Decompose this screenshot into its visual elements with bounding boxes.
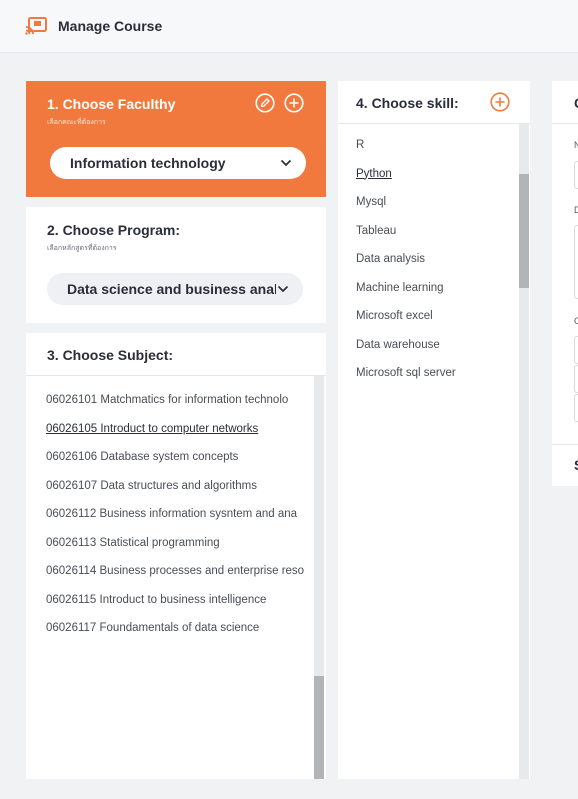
app-title: Manage Course (58, 18, 163, 34)
details-input[interactable] (574, 161, 578, 189)
chevron-down-icon (276, 282, 290, 296)
program-subtitle: เลือกหลักสูตรที่ต้องการ (47, 245, 117, 252)
details-divider (552, 123, 578, 124)
subject-item[interactable]: 06026112 Business information sysntem an… (46, 500, 312, 529)
skill-item[interactable]: R (356, 131, 516, 160)
details-label: N (574, 140, 578, 150)
add-faculty-icon[interactable] (284, 93, 304, 113)
program-title: 2. Choose Program: (47, 222, 181, 238)
skill-item[interactable]: Mysql (356, 188, 516, 217)
program-panel: 2. Choose Program: เลือกหลักสูตรที่ต้องก… (26, 207, 326, 323)
subject-scrollbar[interactable] (314, 376, 324, 779)
faculty-select-value: Information technology (70, 155, 226, 171)
program-select[interactable]: Data science and business anal (47, 273, 303, 305)
faculty-subtitle: เลือกคณะที่ต้องการ (47, 119, 106, 126)
subject-title: 3. Choose Subject: (47, 347, 174, 363)
details-panel: C N D C S (552, 81, 578, 486)
skill-scrollbar-thumb[interactable] (519, 174, 529, 288)
details-input[interactable] (574, 365, 578, 393)
subject-panel: 3. Choose Subject: 06026101 Matchmatics … (26, 333, 326, 779)
subject-item[interactable]: 06026117 Foundamentals of data science (46, 614, 312, 643)
skill-item[interactable]: Microsoft sql server (356, 359, 516, 388)
subject-item[interactable]: 06026107 Data structures and algorithms (46, 472, 312, 501)
details-title: C (574, 95, 578, 111)
top-bar: Manage Course (0, 0, 578, 53)
subject-divider (26, 375, 326, 376)
add-skill-icon[interactable] (490, 92, 510, 112)
skill-item-selected[interactable]: Python (356, 160, 516, 189)
faculty-title: 1. Choose Faculthy (47, 96, 176, 112)
skill-item[interactable]: Tableau (356, 217, 516, 246)
skill-item[interactable]: Microsoft excel (356, 302, 516, 331)
program-select-value: Data science and business anal (67, 281, 278, 297)
skill-item[interactable]: Machine learning (356, 274, 516, 303)
skill-list: R Python Mysql Tableau Data analysis Mac… (356, 131, 516, 388)
details-input[interactable] (574, 394, 578, 422)
skill-scrollbar[interactable] (519, 124, 529, 779)
subject-item[interactable]: 06026115 Introduct to business intellige… (46, 586, 312, 615)
faculty-panel: 1. Choose Faculthy เลือกคณะที่ต้องการ In… (26, 81, 326, 197)
details-input[interactable] (574, 336, 578, 364)
subject-item[interactable]: 06026101 Matchmatics for information tec… (46, 386, 312, 415)
edit-icon[interactable] (255, 93, 275, 113)
details-label: D (574, 205, 578, 215)
faculty-select[interactable]: Information technology (50, 147, 306, 179)
details-textarea[interactable] (574, 225, 578, 299)
subject-scrollbar-thumb[interactable] (314, 676, 324, 779)
subject-list: 06026101 Matchmatics for information tec… (46, 386, 312, 643)
subject-item-selected[interactable]: 06026105 Introduct to computer networks (46, 415, 312, 444)
course-logo-icon (25, 17, 47, 35)
subject-item[interactable]: 06026114 Business processes and enterpri… (46, 557, 312, 586)
chevron-down-icon (279, 156, 293, 170)
details-footer: S (574, 457, 578, 473)
skill-divider (338, 123, 530, 124)
skill-item[interactable]: Data warehouse (356, 331, 516, 360)
subject-item[interactable]: 06026113 Statistical programming (46, 529, 312, 558)
skill-title: 4. Choose skill: (356, 95, 459, 111)
details-label: C (574, 316, 578, 326)
skill-panel: 4. Choose skill: R Python Mysql Tableau … (338, 81, 530, 779)
details-divider (552, 444, 578, 445)
subject-item[interactable]: 06026106 Database system concepts (46, 443, 312, 472)
skill-item[interactable]: Data analysis (356, 245, 516, 274)
